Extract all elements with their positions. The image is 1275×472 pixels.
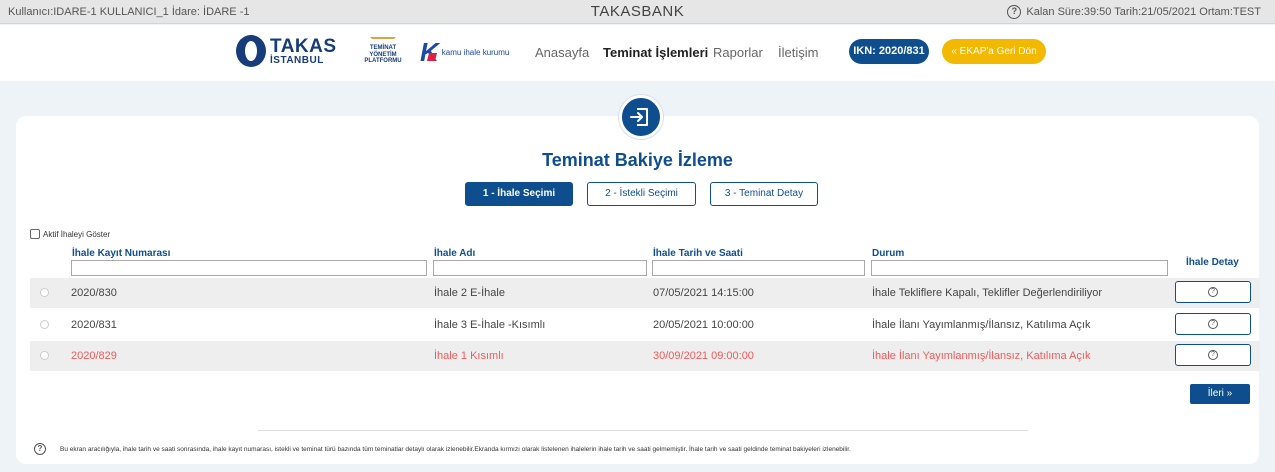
cell-ihale-no: 2020/829: [71, 350, 117, 362]
cell-ihale-adi: İhale 3 E-İhale -Kısımlı: [434, 319, 546, 331]
page-title: Teminat Bakiye İzleme: [542, 150, 733, 170]
step-ihale-secimi[interactable]: 1 - İhale Seçimi: [465, 182, 573, 206]
kik-k-icon: K: [420, 37, 439, 67]
takas-logo-icon: [236, 35, 266, 67]
ihale-detay-button[interactable]: ?: [1175, 344, 1251, 366]
ekap-back-button[interactable]: « EKAP'a Geri Dön: [942, 39, 1046, 64]
step-istekli-secimi[interactable]: 2 - İstekli Seçimi: [587, 182, 696, 206]
cell-ihale-adi: İhale 1 Kısımlı: [434, 350, 504, 362]
active-tender-label: Aktif İhaleyi Göster: [43, 229, 111, 239]
top-status-bar: Kullanıcı:IDARE-1 KULLANICI_1 İdare: İDA…: [0, 0, 1275, 24]
enter-icon: [619, 95, 663, 139]
cell-durum: İhale İlanı Yayımlanmış/İlansız, Katılım…: [872, 350, 1091, 362]
cell-durum: İhale Tekliflere Kapalı, Teklifler Değer…: [872, 287, 1103, 299]
cell-ihale-tarih: 30/09/2021 09:00:00: [653, 350, 754, 362]
table-row[interactable]: 2020/830 İhale 2 E-İhale 07/05/2021 14:1…: [30, 278, 1260, 308]
cell-ihale-no: 2020/830: [71, 287, 117, 299]
cell-durum: İhale İlanı Yayımlanmış/İlansız, Katılım…: [872, 319, 1091, 331]
next-button[interactable]: İleri »: [1190, 384, 1250, 404]
session-info-group: ? Kalan Süre:39:50 Tarih:21/05/2021 Orta…: [1007, 5, 1261, 19]
divider: [258, 430, 1028, 431]
roof-icon: [370, 37, 396, 43]
question-icon: ?: [1208, 287, 1218, 297]
header-ihale-kayit-no: İhale Kayıt Numarası: [72, 248, 171, 259]
cell-ihale-no: 2020/831: [71, 319, 117, 331]
nav-reports[interactable]: Raporlar: [713, 45, 763, 60]
session-info: Kalan Süre:39:50 Tarih:21/05/2021 Ortam:…: [1026, 6, 1261, 18]
nav-home[interactable]: Anasayfa: [535, 45, 589, 60]
header-ihale-adi: İhale Adı: [434, 248, 476, 259]
ikn-badge[interactable]: IKN: 2020/831: [849, 39, 929, 64]
teminat-yonetim-logo: TEMİNAT YÖNETİM PLATFORMU: [352, 37, 414, 65]
filter-ihale-kayit-no[interactable]: [71, 260, 427, 276]
ihale-detay-button[interactable]: ?: [1175, 281, 1251, 303]
info-text: Bu ekran aracılığıyla, ihale tarih ve sa…: [60, 445, 851, 453]
filter-ihale-adi[interactable]: [433, 260, 647, 276]
nav-guarantee-operations[interactable]: Teminat İşlemleri: [603, 45, 708, 60]
typ-logo-line2: YÖNETİM PLATFORMU: [364, 51, 402, 65]
table-row[interactable]: 2020/829 İhale 1 Kısımlı 30/09/2021 09:0…: [30, 341, 1260, 371]
kamu-ihale-logo: K kamu ihale kurumu: [420, 39, 509, 65]
filter-durum[interactable]: [871, 260, 1168, 276]
row-radio[interactable]: [40, 288, 49, 297]
filter-ihale-tarih[interactable]: [652, 260, 865, 276]
active-tender-toggle[interactable]: Aktif İhaleyi Göster: [30, 229, 110, 239]
main-navbar: TAKAS İSTANBUL TEMİNAT YÖNETİM PLATFORMU…: [0, 25, 1275, 81]
takas-istanbul-logo[interactable]: TAKAS İSTANBUL: [236, 35, 337, 67]
row-radio[interactable]: [40, 351, 49, 360]
header-ihale-detay: İhale Detay: [1186, 257, 1239, 268]
info-note: ? Bu ekran aracılığıyla, ihale tarih ve …: [34, 443, 851, 455]
question-icon: ?: [1208, 350, 1218, 360]
ihale-detay-button[interactable]: ?: [1175, 313, 1251, 335]
table-row[interactable]: 2020/831 İhale 3 E-İhale -Kısımlı 20/05/…: [30, 310, 1260, 340]
cell-ihale-adi: İhale 2 E-İhale: [434, 287, 505, 299]
header-ihale-tarih: İhale Tarih ve Saati: [653, 248, 743, 259]
question-icon: ?: [1208, 319, 1218, 329]
step-teminat-detay[interactable]: 3 - Teminat Detay: [710, 182, 818, 206]
nav-contact[interactable]: İletişim: [778, 45, 818, 60]
info-help-icon: ?: [34, 443, 46, 455]
header-durum: Durum: [872, 248, 905, 259]
takas-logo-text: TAKAS: [270, 35, 337, 57]
help-icon[interactable]: ?: [1007, 5, 1022, 19]
cell-ihale-tarih: 20/05/2021 10:00:00: [653, 319, 754, 331]
kik-logo-text: kamu ihale kurumu: [441, 47, 510, 57]
typ-logo-line1: TEMİNAT: [369, 45, 397, 51]
active-tender-checkbox[interactable]: [30, 229, 40, 239]
cell-ihale-tarih: 07/05/2021 14:15:00: [653, 287, 754, 299]
istanbul-logo-text: İSTANBUL: [270, 54, 324, 66]
row-radio[interactable]: [40, 320, 49, 329]
